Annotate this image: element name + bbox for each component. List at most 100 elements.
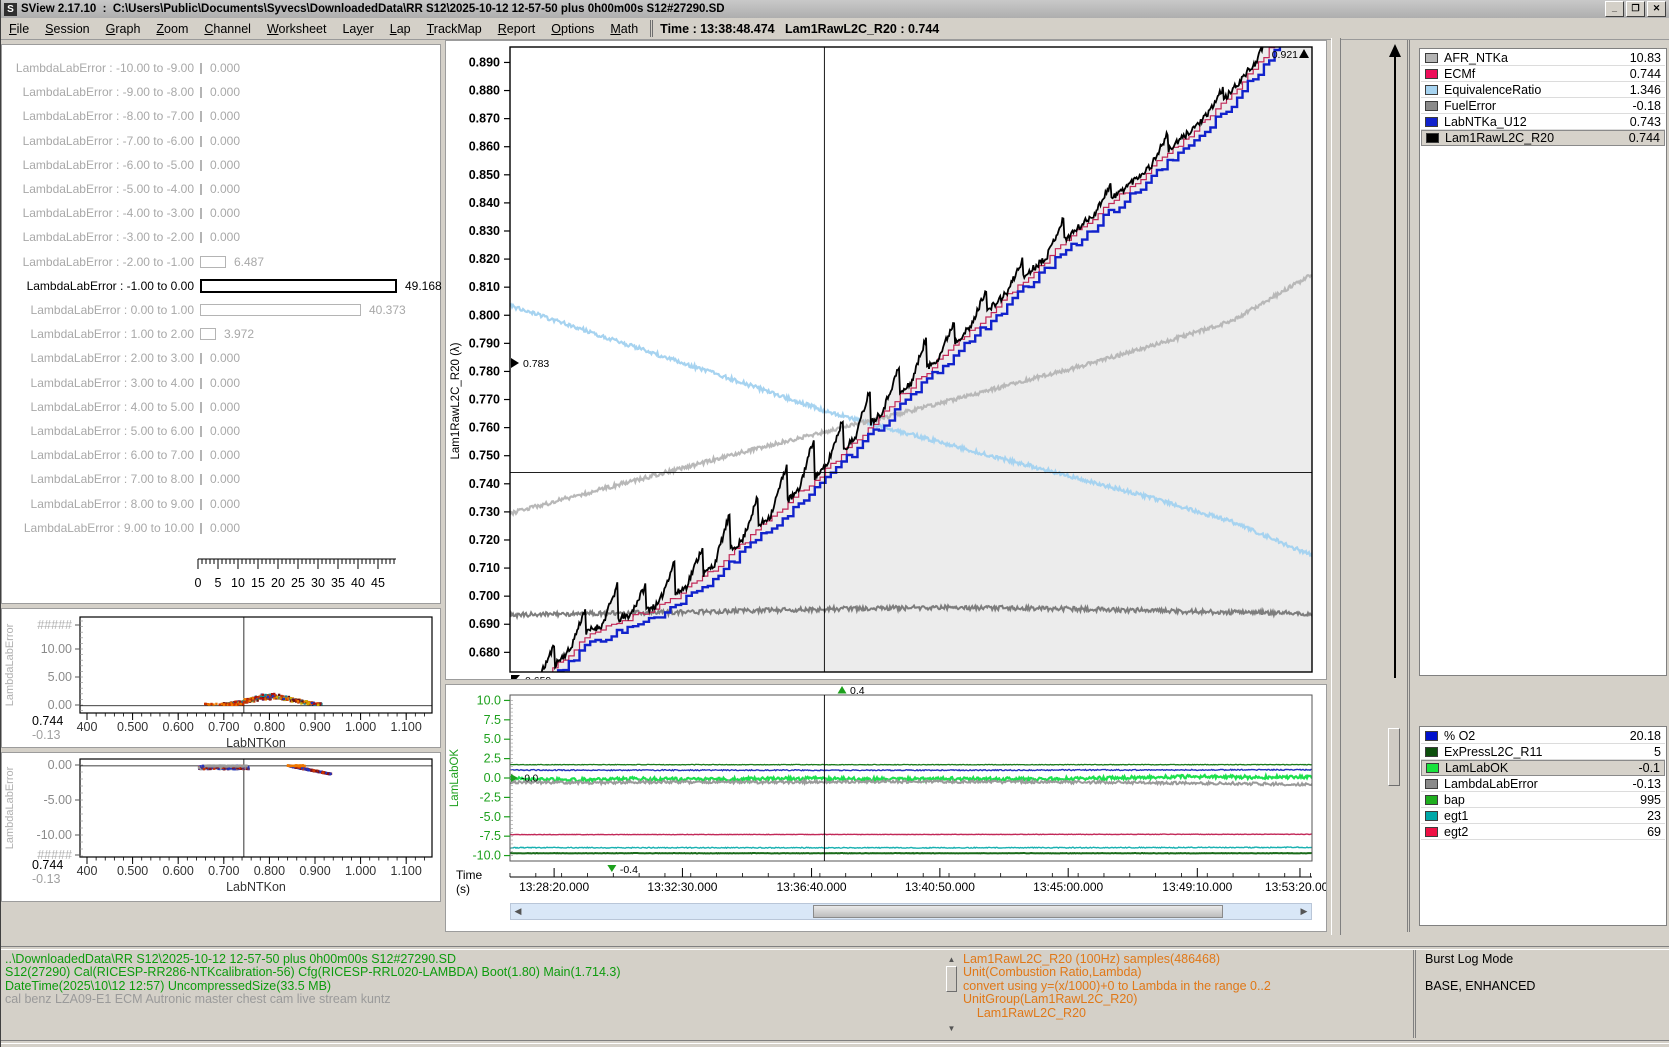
mini-scroll-thumb[interactable] bbox=[946, 966, 957, 992]
restore-button[interactable]: ❐ bbox=[1626, 1, 1645, 17]
histogram-row[interactable]: LambdaLabError : -5.00 to -4.000.000 bbox=[4, 178, 438, 202]
histogram-bar bbox=[200, 208, 202, 219]
main-chart-plot[interactable]: 0.8900.8800.8700.8600.8500.8400.8300.820… bbox=[446, 41, 1326, 679]
svg-text:0.750: 0.750 bbox=[469, 449, 500, 463]
channel-value: 69 bbox=[1647, 825, 1661, 839]
channel-value: 23 bbox=[1647, 809, 1661, 823]
scroll-down-icon[interactable]: ▼ bbox=[945, 1023, 958, 1034]
menu-layer[interactable]: Layer bbox=[334, 20, 381, 38]
scatter-top-panel[interactable]: LambdaLabError#####10.005.000.004000.500… bbox=[1, 608, 441, 748]
histogram-row[interactable]: LambdaLabError : -1.00 to 0.0049.168 bbox=[4, 275, 438, 299]
histogram-row-value: 3.972 bbox=[224, 327, 254, 341]
lamlabok-plot[interactable]: 10.07.55.02.50.0-2.5-5.0-7.5-10.0LamLabO… bbox=[446, 685, 1326, 899]
channel-top-row[interactable]: LabNTKa_U120.743 bbox=[1421, 114, 1665, 130]
histogram-row[interactable]: LambdaLabError : -6.00 to -5.000.000 bbox=[4, 154, 438, 178]
histogram-row[interactable]: LambdaLabError : 6.00 to 7.00 0.000 bbox=[4, 444, 438, 468]
histogram-row[interactable]: LambdaLabError : 0.00 to 1.0040.373 bbox=[4, 299, 438, 323]
scatter-x-tick: 0.500 bbox=[117, 720, 148, 734]
svg-text:35: 35 bbox=[331, 576, 345, 590]
svg-text:-5.00: -5.00 bbox=[44, 793, 73, 807]
svg-text:0.00: 0.00 bbox=[48, 698, 72, 712]
status-divider bbox=[1, 946, 1669, 950]
scatter-bottom-plot[interactable]: LambdaLabError0.00-5.00-10.00#####4000.5… bbox=[2, 753, 440, 901]
channel-info-scrollbar[interactable]: ▲ ▼ bbox=[945, 954, 958, 1034]
histogram-row[interactable]: LambdaLabError : -2.00 to -1.006.487 bbox=[4, 251, 438, 275]
menu-file[interactable]: File bbox=[1, 20, 37, 38]
log-info-line: cal benz LZA09-E1 ECM Autronic master ch… bbox=[5, 992, 391, 1006]
right-scroll-thumb[interactable] bbox=[1388, 728, 1400, 786]
minimize-button[interactable]: _ bbox=[1605, 1, 1624, 17]
menu-worksheet[interactable]: Worksheet bbox=[259, 20, 335, 38]
channel-value: 5 bbox=[1654, 745, 1661, 759]
svg-text:0.700: 0.700 bbox=[469, 589, 500, 603]
histogram-row[interactable]: LambdaLabError : 2.00 to 3.000.000 bbox=[4, 347, 438, 371]
histogram-bar bbox=[200, 256, 226, 268]
channel-name: Lam1RawL2C_R20 bbox=[1445, 131, 1623, 145]
channel-top-row[interactable]: Lam1RawL2C_R200.744 bbox=[1421, 130, 1665, 146]
app-icon[interactable]: S bbox=[4, 3, 17, 16]
histogram-row-value: 0.000 bbox=[210, 448, 240, 462]
histogram-row[interactable]: LambdaLabError : -3.00 to -2.000.000 bbox=[4, 226, 438, 250]
histogram-row[interactable]: LambdaLabError : -4.00 to -3.000.000 bbox=[4, 202, 438, 226]
scroll-right-icon[interactable]: ▶ bbox=[1297, 904, 1311, 919]
channel-value: 0.744 bbox=[1630, 67, 1661, 81]
channel-bottom-row[interactable]: egt2 69 bbox=[1421, 824, 1665, 840]
menu-trackmap[interactable]: TrackMap bbox=[419, 20, 490, 38]
scatter-x-tick: 400 bbox=[77, 864, 98, 878]
channel-top-row[interactable]: AFR_NTKa10.83 bbox=[1421, 50, 1665, 66]
histogram-row-value: 0.000 bbox=[210, 85, 240, 99]
channel-bottom-row[interactable]: LambdaLabError-0.13 bbox=[1421, 776, 1665, 792]
menu-math[interactable]: Math bbox=[602, 20, 646, 38]
menu-session[interactable]: Session bbox=[37, 20, 97, 38]
menu-graph[interactable]: Graph bbox=[98, 20, 149, 38]
scatter-x-tick: 0.600 bbox=[163, 864, 194, 878]
right-splitter[interactable] bbox=[1331, 38, 1341, 935]
menu-options[interactable]: Options bbox=[543, 20, 602, 38]
histogram-row[interactable]: LambdaLabError : -9.00 to -8.000.000 bbox=[4, 81, 438, 105]
channel-color-swatch bbox=[1426, 763, 1439, 773]
channel-bottom-row[interactable]: egt123 bbox=[1421, 808, 1665, 824]
channel-list-top[interactable]: AFR_NTKa10.83ECMf0.744EquivalenceRatio1.… bbox=[1419, 48, 1667, 676]
histogram-row[interactable]: LambdaLabError : 9.00 to 10.000.000 bbox=[4, 517, 438, 541]
scroll-left-icon[interactable]: ◀ bbox=[511, 904, 525, 919]
menu-lap[interactable]: Lap bbox=[382, 20, 419, 38]
histogram-row[interactable]: LambdaLabError : 8.00 to 9.000.000 bbox=[4, 493, 438, 517]
channel-bottom-row[interactable]: ExPressL2C_R115 bbox=[1421, 744, 1665, 760]
svg-text:0.680: 0.680 bbox=[469, 645, 500, 659]
lamlabok-chart-panel[interactable]: 10.07.55.02.50.0-2.5-5.0-7.5-10.0LamLabO… bbox=[445, 684, 1327, 932]
histogram-row[interactable]: LambdaLabError : 7.00 to 8.000.000 bbox=[4, 468, 438, 492]
channel-top-row[interactable]: EquivalenceRatio1.346 bbox=[1421, 82, 1665, 98]
menu-report[interactable]: Report bbox=[490, 20, 544, 38]
channel-top-row[interactable]: FuelError-0.18 bbox=[1421, 98, 1665, 114]
scrollbar-thumb[interactable] bbox=[813, 905, 1223, 918]
close-button[interactable]: ✕ bbox=[1647, 1, 1666, 17]
svg-text:0.710: 0.710 bbox=[469, 561, 500, 575]
channel-top-row[interactable]: ECMf0.744 bbox=[1421, 66, 1665, 82]
channel-list-bottom[interactable]: % O220.18ExPressL2C_R115LamLabOK-0.1Lamb… bbox=[1419, 726, 1667, 926]
scatter-top-plot[interactable]: LambdaLabError#####10.005.000.004000.500… bbox=[2, 609, 440, 747]
svg-text:0: 0 bbox=[195, 576, 202, 590]
histogram-row[interactable]: LambdaLabError : -8.00 to -7.000.000 bbox=[4, 105, 438, 129]
histogram-row[interactable]: LambdaLabError : -10.00 to -9.000.000 bbox=[4, 57, 438, 81]
histogram-row[interactable]: LambdaLabError : 5.00 to 6.000.000 bbox=[4, 420, 438, 444]
histogram-row[interactable]: LambdaLabError : -7.00 to -6.000.000 bbox=[4, 130, 438, 154]
channel-bottom-row[interactable]: LamLabOK-0.1 bbox=[1421, 760, 1665, 776]
channel-bottom-row[interactable]: % O220.18 bbox=[1421, 728, 1665, 744]
channel-name: egt2 bbox=[1444, 825, 1641, 839]
scroll-up-icon[interactable]: ▲ bbox=[945, 954, 958, 965]
time-tick-label: 13:49:10.000 bbox=[1162, 880, 1232, 894]
histogram-row[interactable]: LambdaLabError : 4.00 to 5.000.000 bbox=[4, 396, 438, 420]
menu-channel[interactable]: Channel bbox=[196, 20, 259, 38]
histogram-panel[interactable]: LambdaLabError : -10.00 to -9.000.000Lam… bbox=[1, 44, 441, 604]
histogram-row-label: LambdaLabError : 6.00 to 7.00 bbox=[4, 448, 194, 462]
histogram-row[interactable]: LambdaLabError : 1.00 to 2.003.972 bbox=[4, 323, 438, 347]
histogram-row[interactable]: LambdaLabError : 3.00 to 4.000.000 bbox=[4, 372, 438, 396]
scatter-bottom-panel[interactable]: LambdaLabError0.00-5.00-10.00#####4000.5… bbox=[1, 752, 441, 902]
channel-bottom-row[interactable]: bap995 bbox=[1421, 792, 1665, 808]
main-chart-panel[interactable]: 0.8900.8800.8700.8600.8500.8400.8300.820… bbox=[445, 40, 1327, 680]
menu-zoom[interactable]: Zoom bbox=[148, 20, 196, 38]
window-title: SView 2.17.10 : C:\Users\Public\Document… bbox=[21, 3, 725, 15]
time-scrollbar[interactable]: ◀ ▶ bbox=[510, 903, 1312, 920]
scatter-x-axis-label: LabNTKon bbox=[226, 880, 286, 894]
svg-text:45: 45 bbox=[371, 576, 385, 590]
